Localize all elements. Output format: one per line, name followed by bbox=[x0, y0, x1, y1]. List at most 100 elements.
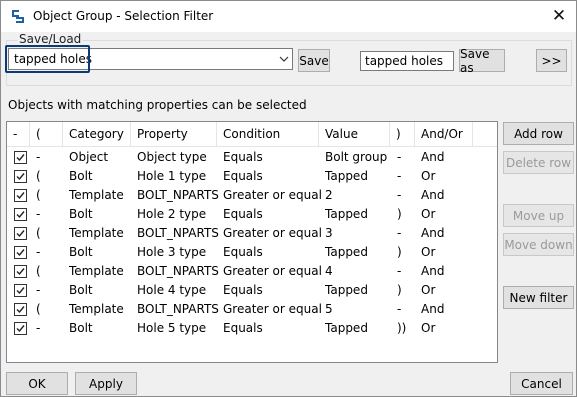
cell-property[interactable]: BOLT_NPARTS bbox=[137, 224, 219, 243]
cell-close-paren[interactable]: )) bbox=[397, 319, 406, 338]
filter-table[interactable]: - ( Category Property Condition Value ) … bbox=[6, 121, 498, 363]
cell-value[interactable]: Tapped bbox=[325, 243, 368, 262]
cell-open-paren[interactable]: - bbox=[36, 205, 40, 224]
cell-property[interactable]: BOLT_NPARTS bbox=[137, 262, 219, 281]
column-header-and-or[interactable]: And/Or bbox=[415, 122, 473, 147]
cell-condition[interactable]: Greater or equal bbox=[223, 262, 322, 281]
cell-condition[interactable]: Equals bbox=[223, 167, 263, 186]
cell-value[interactable]: Tapped bbox=[325, 205, 368, 224]
save-as-name-input[interactable]: tapped holes bbox=[360, 51, 454, 71]
table-row[interactable]: - Bolt Hole 4 type Equals Tapped) Or bbox=[7, 281, 497, 300]
move-up-button[interactable]: Move up bbox=[503, 204, 574, 227]
expand-button[interactable]: >> bbox=[536, 49, 567, 72]
cell-condition[interactable]: Greater or equal bbox=[223, 186, 322, 205]
add-row-button[interactable]: Add row bbox=[503, 122, 574, 145]
row-checkbox[interactable] bbox=[14, 284, 27, 297]
delete-row-button[interactable]: Delete row bbox=[503, 151, 574, 174]
cell-and-or[interactable]: Or bbox=[421, 167, 435, 186]
cell-close-paren[interactable]: - bbox=[397, 186, 401, 205]
row-checkbox[interactable] bbox=[14, 151, 27, 164]
cell-category[interactable]: Template bbox=[69, 262, 124, 281]
cell-open-paren[interactable]: - bbox=[36, 319, 40, 338]
cell-and-or[interactable]: And bbox=[421, 300, 444, 319]
cell-category[interactable]: Object bbox=[69, 148, 108, 167]
cell-category[interactable]: Bolt bbox=[69, 167, 93, 186]
column-header-close-paren[interactable]: ) bbox=[390, 122, 415, 147]
row-checkbox[interactable] bbox=[14, 208, 27, 221]
cell-category[interactable]: Bolt bbox=[69, 243, 93, 262]
cell-value[interactable]: Tapped bbox=[325, 281, 368, 300]
cell-value[interactable]: 3 bbox=[325, 224, 333, 243]
cell-and-or[interactable]: And bbox=[421, 148, 444, 167]
column-header-condition[interactable]: Condition bbox=[217, 122, 319, 147]
cell-close-paren[interactable]: - bbox=[397, 224, 401, 243]
cell-and-or[interactable]: And bbox=[421, 262, 444, 281]
save-button[interactable]: Save bbox=[298, 49, 330, 72]
cell-value[interactable]: Tapped bbox=[325, 167, 368, 186]
cell-property[interactable]: BOLT_NPARTS bbox=[137, 186, 219, 205]
cell-property[interactable]: Hole 5 type bbox=[137, 319, 206, 338]
cell-open-paren[interactable]: ( bbox=[36, 167, 41, 186]
cell-category[interactable]: Bolt bbox=[69, 319, 93, 338]
table-row[interactable]: ( Template BOLT_NPARTS Greater or equal 4 - An… bbox=[7, 262, 497, 281]
table-row[interactable]: - Bolt Hole 3 type Equals Tapped) Or bbox=[7, 243, 497, 262]
cell-property[interactable]: BOLT_NPARTS bbox=[137, 300, 219, 319]
cell-category[interactable]: Template bbox=[69, 300, 124, 319]
cell-open-paren[interactable]: - bbox=[36, 148, 40, 167]
table-row[interactable]: ( Bolt Hole 1 type Equals Tapped - Or bbox=[7, 167, 497, 186]
cell-close-paren[interactable]: ) bbox=[397, 243, 402, 262]
ok-button[interactable]: OK bbox=[6, 372, 68, 395]
cell-open-paren[interactable]: - bbox=[36, 281, 40, 300]
cell-and-or[interactable]: And bbox=[421, 186, 444, 205]
cell-close-paren[interactable]: - bbox=[397, 262, 401, 281]
cell-condition[interactable]: Greater or equal bbox=[223, 300, 322, 319]
column-header-value[interactable]: Value bbox=[319, 122, 390, 147]
cell-and-or[interactable]: Or bbox=[421, 319, 435, 338]
table-row[interactable]: - Bolt Hole 5 type Equals Tapped)) Or bbox=[7, 319, 497, 338]
cell-property[interactable]: Hole 1 type bbox=[137, 167, 206, 186]
cell-property[interactable]: Hole 2 type bbox=[137, 205, 206, 224]
cell-category[interactable]: Template bbox=[69, 224, 124, 243]
cell-open-paren[interactable]: ( bbox=[36, 262, 41, 281]
table-row[interactable]: - Object Object type Equals Bolt group - And bbox=[7, 148, 497, 167]
row-checkbox[interactable] bbox=[14, 227, 27, 240]
cancel-button[interactable]: Cancel bbox=[510, 372, 573, 395]
cell-property[interactable]: Object type bbox=[137, 148, 207, 167]
cell-open-paren[interactable]: - bbox=[36, 243, 40, 262]
row-checkbox[interactable] bbox=[14, 303, 27, 316]
cell-and-or[interactable]: And bbox=[421, 224, 444, 243]
cell-category[interactable]: Template bbox=[69, 186, 124, 205]
table-row[interactable]: ( Template BOLT_NPARTS Greater or equal 3 - An… bbox=[7, 224, 497, 243]
row-checkbox[interactable] bbox=[14, 189, 27, 202]
cell-open-paren[interactable]: ( bbox=[36, 300, 41, 319]
cell-close-paren[interactable]: - bbox=[397, 167, 401, 186]
cell-and-or[interactable]: Or bbox=[421, 205, 435, 224]
column-header-property[interactable]: Property bbox=[131, 122, 217, 147]
column-header-dash[interactable]: - bbox=[7, 122, 30, 147]
cell-property[interactable]: Hole 4 type bbox=[137, 281, 206, 300]
row-checkbox[interactable] bbox=[14, 246, 27, 259]
new-filter-button[interactable]: New filter bbox=[503, 286, 574, 309]
cell-property[interactable]: Hole 3 type bbox=[137, 243, 206, 262]
cell-open-paren[interactable]: ( bbox=[36, 186, 41, 205]
cell-condition[interactable]: Equals bbox=[223, 281, 263, 300]
cell-value[interactable]: 4 bbox=[325, 262, 333, 281]
row-checkbox[interactable] bbox=[14, 170, 27, 183]
move-down-button[interactable]: Move down bbox=[503, 233, 574, 256]
table-row[interactable]: ( Template BOLT_NPARTS Greater or equal 2 - An… bbox=[7, 186, 497, 205]
cell-condition[interactable]: Greater or equal bbox=[223, 224, 322, 243]
chevron-down-icon[interactable] bbox=[279, 53, 289, 65]
cell-close-paren[interactable]: - bbox=[397, 300, 401, 319]
cell-condition[interactable]: Equals bbox=[223, 319, 263, 338]
table-row[interactable]: (Template BOLT_NPARTS Greater or equal 5 - An… bbox=[7, 300, 497, 319]
cell-open-paren[interactable]: ( bbox=[36, 224, 41, 243]
row-checkbox[interactable] bbox=[14, 265, 27, 278]
cell-and-or[interactable]: Or bbox=[421, 281, 435, 300]
cell-condition[interactable]: Equals bbox=[223, 148, 263, 167]
cell-condition[interactable]: Equals bbox=[223, 205, 263, 224]
cell-category[interactable]: Bolt bbox=[69, 205, 93, 224]
cell-close-paren[interactable]: - bbox=[397, 148, 401, 167]
cell-value[interactable]: Bolt group bbox=[325, 148, 387, 167]
cell-value[interactable]: 2 bbox=[325, 186, 333, 205]
cell-close-paren[interactable]: ) bbox=[397, 205, 402, 224]
